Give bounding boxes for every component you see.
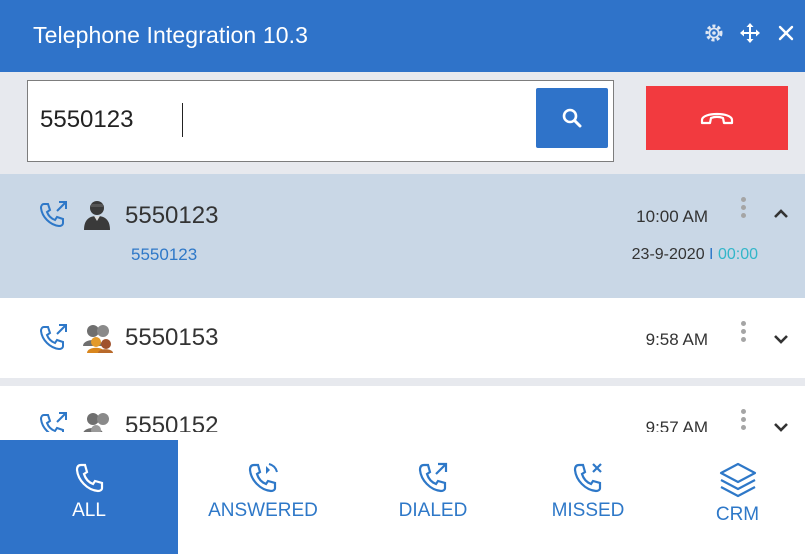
search-icon xyxy=(562,108,582,128)
group-avatar-icon xyxy=(83,325,113,353)
call-row[interactable]: 5550123 5550123 10:00 AM 23-9-2020 I 00:… xyxy=(0,174,805,298)
tab-answered[interactable]: ANSWERED xyxy=(178,440,348,554)
call-row[interactable]: 5550152 9:57 AM xyxy=(0,386,805,432)
call-time: 9:57 AM xyxy=(645,418,708,432)
call-date: 23-9-2020 xyxy=(631,246,705,263)
call-date-duration: 23-9-2020 I 00:00 xyxy=(632,246,758,264)
tab-all[interactable]: ALL xyxy=(0,440,178,554)
window-controls xyxy=(701,20,799,46)
search-box xyxy=(27,80,614,162)
call-list: 5550123 5550123 10:00 AM 23-9-2020 I 00:… xyxy=(0,174,805,432)
contact-name[interactable]: 5550123 xyxy=(131,245,197,265)
call-number: 5550123 xyxy=(125,202,219,229)
more-options-icon[interactable] xyxy=(738,197,748,218)
tab-label: ANSWERED xyxy=(208,500,318,521)
chevron-down-icon[interactable] xyxy=(773,420,789,432)
tab-missed[interactable]: MISSED xyxy=(518,440,658,554)
outgoing-call-icon xyxy=(39,412,67,432)
title-bar: Telephone Integration 10.3 xyxy=(0,0,805,72)
search-button[interactable] xyxy=(536,88,608,148)
filter-tab-bar: ALL ANSWERED DIALED MISSED CRM xyxy=(0,432,805,554)
phone-icon xyxy=(75,463,104,493)
gear-icon[interactable] xyxy=(701,20,727,46)
phone-missed-icon xyxy=(573,463,602,493)
more-options-icon[interactable] xyxy=(738,409,748,430)
move-icon[interactable] xyxy=(737,20,763,46)
tab-crm[interactable]: CRM xyxy=(670,440,805,554)
tab-label: MISSED xyxy=(551,500,625,521)
phone-answered-icon xyxy=(248,463,278,493)
separator: I xyxy=(709,246,714,263)
call-number: 5550153 xyxy=(125,324,219,351)
hangup-icon xyxy=(700,112,734,125)
call-time: 10:00 AM xyxy=(636,207,708,226)
search-input[interactable] xyxy=(40,97,520,143)
tab-label: CRM xyxy=(715,504,760,525)
window-title: Telephone Integration 10.3 xyxy=(33,22,308,48)
call-number: 5550152 xyxy=(125,412,219,432)
tab-label: DIALED xyxy=(398,500,468,521)
text-caret xyxy=(182,103,183,137)
call-time: 9:58 AM xyxy=(645,330,708,349)
call-row[interactable]: 5550153 9:58 AM xyxy=(0,298,805,378)
more-options-icon[interactable] xyxy=(738,321,748,342)
outgoing-call-icon xyxy=(39,324,67,351)
chevron-up-icon[interactable] xyxy=(773,207,789,221)
tab-label: ALL xyxy=(72,500,106,521)
outgoing-call-icon xyxy=(39,201,67,228)
tab-dialed[interactable]: DIALED xyxy=(348,440,518,554)
layers-icon xyxy=(719,462,756,498)
phone-dialed-icon xyxy=(418,462,448,493)
hangup-button[interactable] xyxy=(646,86,788,150)
call-duration: 00:00 xyxy=(717,246,758,263)
group-avatar-icon xyxy=(83,413,109,432)
close-icon[interactable] xyxy=(773,20,799,46)
chevron-down-icon[interactable] xyxy=(773,332,789,346)
contact-avatar-icon xyxy=(84,201,110,230)
